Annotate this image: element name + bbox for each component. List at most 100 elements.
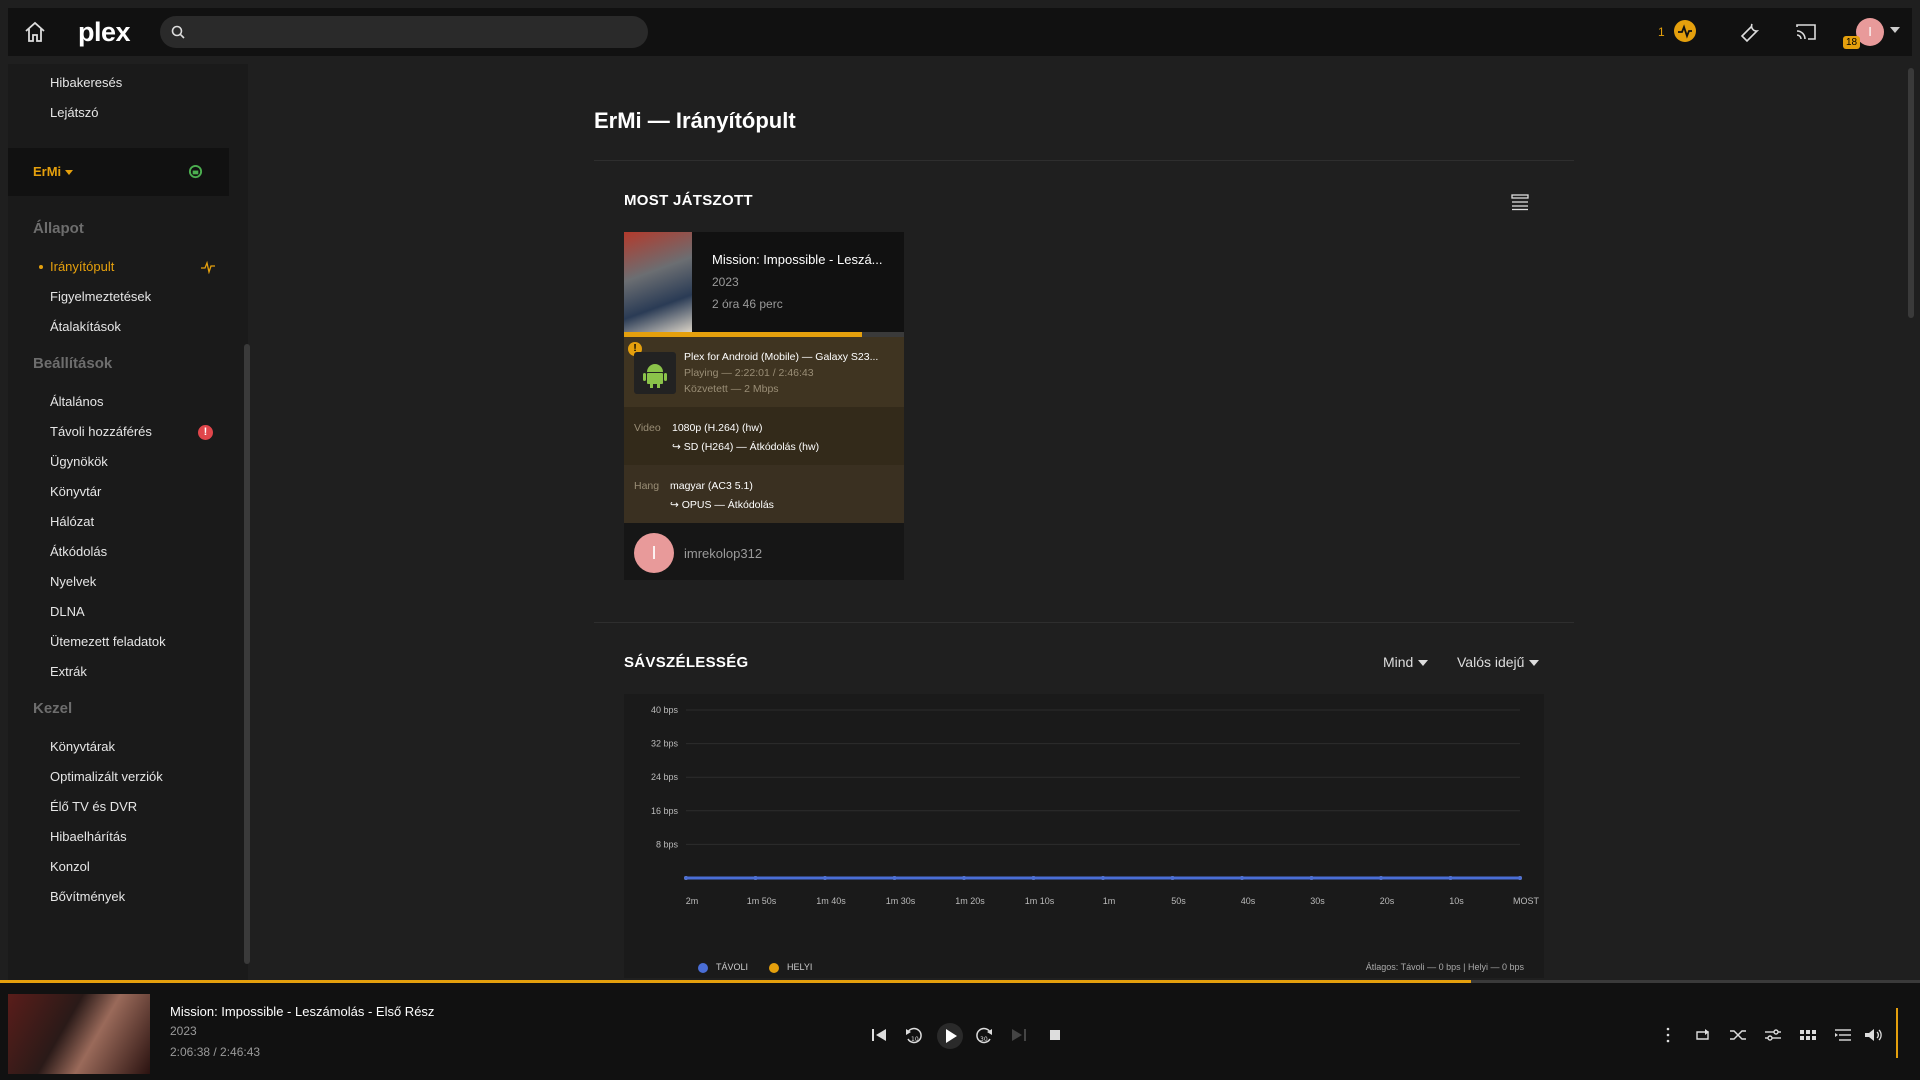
divider (594, 160, 1574, 161)
x-tick-label: 1m 40s (816, 896, 846, 906)
settings-sliders-icon[interactable] (1762, 1024, 1784, 1046)
x-tick-label: 20s (1380, 896, 1395, 906)
player-bar: Mission: Impossible - Leszámolás - Első … (0, 980, 1920, 1080)
chevron-down-icon (65, 170, 74, 176)
video-label: Video (634, 422, 661, 434)
y-tick-label: 24 bps (651, 772, 679, 782)
player-year: 2023 (170, 1024, 197, 1038)
divider (594, 622, 1574, 623)
shuffle-icon[interactable] (1727, 1024, 1749, 1046)
now-playing-card[interactable]: Mission: Impossible - Leszá... 2023 2 ór… (624, 232, 904, 580)
more-options-icon[interactable] (1657, 1024, 1679, 1046)
sidebar-item-dlna[interactable]: DLNA (50, 604, 85, 619)
video-transcode: ↪ SD (H264) — Átkódolás (hw) (672, 441, 820, 453)
section-heading-status: Állapot (33, 220, 84, 237)
now-playing-year: 2023 (712, 275, 739, 289)
sidebar-item-console[interactable]: Konzol (50, 859, 90, 874)
sidebar-item-libraries[interactable]: Könyvtárak (50, 739, 115, 754)
sidebar-item-remote-access[interactable]: Távoli hozzáférés (50, 424, 152, 439)
x-tick-label: 1m (1103, 896, 1116, 906)
legend-remote: TÁVOLI (698, 962, 748, 973)
sidebar-item-dashboard[interactable]: Irányítópult (50, 259, 114, 274)
sidebar-item-conversions[interactable]: Átalakítások (50, 319, 121, 334)
avatar-badge: 18 (1843, 36, 1861, 49)
list-view-icon[interactable] (1510, 192, 1530, 212)
grid-icon[interactable] (1797, 1024, 1819, 1046)
sidebar-item-player[interactable]: Lejátszó (50, 105, 98, 120)
top-bar: plex 1 I 18 (8, 8, 1912, 56)
audio-transcode: ↪ OPUS — Átkódolás (670, 499, 774, 511)
legend-local: HELYI (769, 962, 812, 973)
play-icon[interactable] (936, 1022, 964, 1050)
plex-logo[interactable]: plex (78, 17, 131, 48)
user-avatar: I (634, 533, 674, 573)
sidebar-item-plugins[interactable]: Bővítmények (50, 889, 125, 904)
sidebar-item-transcoder[interactable]: Átkódolás (50, 544, 107, 559)
cast-icon[interactable] (1794, 20, 1818, 44)
bandwidth-chart-svg: 8 bps 16 bps 24 bps 32 bps 40 bps 2m 1m 50s 1m … (651, 705, 1540, 906)
wrench-icon[interactable] (1738, 20, 1762, 44)
player-time: 2:06:38 / 2:46:43 (170, 1045, 261, 1059)
audio-stream-info: Hang magyar (AC3 5.1) ↪ OPUS — Átkódolás (624, 465, 904, 523)
queue-icon[interactable] (1832, 1024, 1854, 1046)
sidebar-item-alerts[interactable]: Figyelmeztetések (50, 289, 151, 304)
data-point (1518, 876, 1522, 880)
sidebar-item-extras[interactable]: Extrák (50, 664, 87, 679)
volume-slider[interactable] (1896, 1008, 1898, 1058)
sidebar-item-optimized-versions[interactable]: Optimalizált verziók (50, 769, 163, 784)
data-point (962, 876, 966, 880)
y-tick-label: 8 bps (656, 839, 679, 849)
sidebar-item-languages[interactable]: Nyelvek (50, 574, 96, 589)
activity-count: 1 (1658, 25, 1665, 39)
sidebar-item-live-tv[interactable]: Élő TV és DVR (50, 799, 137, 814)
volume-icon[interactable] (1862, 1024, 1884, 1046)
svg-text:30: 30 (980, 1036, 988, 1043)
next-icon[interactable] (1008, 1024, 1030, 1046)
player-thumbnail[interactable] (8, 994, 150, 1074)
player-title[interactable]: Mission: Impossible - Leszámolás - Első … (170, 1004, 434, 1019)
player-progress[interactable] (0, 980, 1920, 983)
server-selector[interactable]: ErMi (8, 148, 229, 196)
legend-dot (698, 962, 708, 973)
data-point (753, 876, 758, 880)
sidebar-item-library[interactable]: Könyvtár (50, 484, 101, 499)
movie-poster[interactable] (624, 232, 692, 332)
chevron-down-icon (1529, 660, 1540, 667)
data-point (892, 876, 897, 880)
now-playing-title[interactable]: Mission: Impossible - Leszá... (712, 252, 883, 267)
user-name: imrekolop312 (684, 546, 763, 561)
now-playing-heading: MOST JÁTSZOTT (624, 192, 753, 209)
bandwidth-average: Átlagos: Távoli — 0 bps | Helyi — 0 bps (1365, 962, 1524, 972)
sidebar-item-troubleshoot[interactable]: Hibaelhárítás (50, 829, 127, 844)
x-tick-label: MOST (1513, 896, 1540, 906)
device-info: ! Plex for Android (Mobile) — Galaxy S23… (624, 337, 904, 407)
section-heading-manage: Kezel (33, 700, 73, 717)
home-icon[interactable] (22, 20, 48, 44)
search-input[interactable] (160, 16, 648, 48)
main-scrollbar[interactable] (1908, 68, 1914, 318)
filter-time-dropdown[interactable]: Valós idejű (1457, 654, 1540, 670)
stop-icon[interactable] (1044, 1024, 1066, 1046)
repeat-icon[interactable] (1692, 1024, 1714, 1046)
user-avatar[interactable]: I (1856, 18, 1884, 46)
bandwidth-chart: 8 bps 16 bps 24 bps 32 bps 40 bps 2m 1m 50s 1m … (624, 694, 1544, 978)
replay-10-icon[interactable]: 10 (903, 1024, 925, 1046)
sidebar-item-troubleshooting[interactable]: Hibakeresés (50, 75, 122, 90)
server-name[interactable]: ErMi (33, 164, 74, 179)
forward-30-icon[interactable]: 30 (973, 1024, 995, 1046)
section-heading-settings: Beállítások (33, 355, 113, 372)
sidebar-item-scheduled-tasks[interactable]: Ütemezett feladatok (50, 634, 166, 649)
filter-all-dropdown[interactable]: Mind (1383, 654, 1429, 670)
sidebar-item-general[interactable]: Általános (50, 394, 103, 409)
sidebar-item-network[interactable]: Hálózat (50, 514, 94, 529)
page-title: ErMi — Irányítópult (594, 108, 796, 133)
sidebar-scrollbar[interactable] (244, 344, 250, 964)
data-point (1379, 876, 1383, 880)
sidebar-item-agents[interactable]: Ügynökök (50, 454, 108, 469)
stream-bandwidth: Közvetett — 2 Mbps (684, 383, 779, 395)
data-point (1031, 876, 1036, 880)
previous-icon[interactable] (868, 1024, 890, 1046)
user-row[interactable]: I imrekolop312 (624, 523, 904, 580)
activity-icon[interactable] (1674, 20, 1696, 42)
chevron-down-icon[interactable] (1890, 27, 1900, 33)
